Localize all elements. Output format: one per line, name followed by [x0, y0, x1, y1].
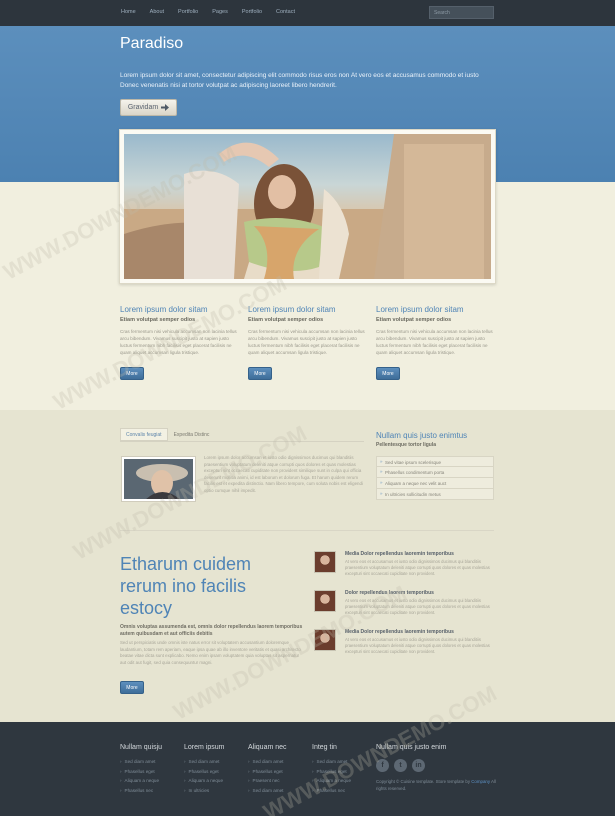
footer-link[interactable]: Praesent nec	[248, 776, 287, 786]
more-button[interactable]: More	[120, 681, 144, 694]
media-text: At vero eos et accusamus et iusto odio d…	[345, 559, 490, 576]
tab-bar: Convalis feugiat Expedita Distinc	[120, 428, 215, 441]
section-heading: Etharum cuidem rerum ino facilis estocy	[120, 554, 252, 618]
feature-text: Cras fermentum nisi vehicula accumsan no…	[376, 329, 493, 355]
footer-link[interactable]: In ultricies	[184, 786, 224, 796]
avatar	[314, 590, 336, 612]
nav-item[interactable]: Home	[121, 9, 136, 15]
copyright-link[interactable]: Company	[471, 779, 490, 784]
top-navigation-bar: Home About Portfolio Pages Portfolio Con…	[0, 0, 615, 26]
nav-item[interactable]: Pages	[212, 9, 228, 15]
footer-column-title: Aliquam nec	[248, 744, 287, 751]
copyright-text: Copyright © Cuisine template. Store temp…	[376, 779, 471, 784]
footer-link[interactable]: Phasellus nec	[120, 786, 162, 796]
sidebar-list: Sed vitae ipsum scelerisque Phasellus co…	[376, 456, 494, 500]
nav-item[interactable]: Portfolio	[178, 9, 198, 15]
hero-button-label: Gravidam	[127, 104, 159, 111]
feature-title: Lorem ipsum dolor sitam	[376, 305, 464, 314]
feature-column: Lorem ipsum dolor sitam Etiam volutpat s…	[376, 305, 494, 356]
footer-column-title: Integ tin	[312, 744, 337, 751]
feature-subtitle: Etiam volutpat semper odios	[248, 317, 324, 323]
section-subheading: Omnis voluptas assumenda est, omnis dolo…	[120, 624, 303, 637]
search-input[interactable]: Search	[429, 6, 494, 19]
tab-expedita[interactable]: Expedita Distinc	[168, 428, 216, 441]
gravidam-button[interactable]: Gravidam	[120, 99, 177, 116]
feature-column: Lorem ipsum dolor sitam Etiam volutpat s…	[248, 305, 366, 356]
footer-column-title: Lorem ipsum	[184, 744, 225, 751]
avatar	[314, 551, 336, 573]
footer-column: Lorem ipsum Sed diam amet Phasellus eget…	[184, 744, 224, 795]
tab-divider	[120, 441, 364, 442]
main-nav: Home About Portfolio Pages Portfolio Con…	[121, 9, 295, 15]
nav-item[interactable]: Portfolio	[242, 9, 262, 15]
footer-link[interactable]: Aliquam a neque	[184, 776, 224, 786]
footer-link[interactable]: Sed diam amet	[184, 757, 224, 767]
footer-link[interactable]: Phasellus eget	[184, 767, 224, 777]
sidebar-list-item[interactable]: Phasellus condimentum porta	[376, 467, 494, 478]
sidebar-title: Nullam quis justo enimtus	[376, 431, 468, 440]
footer-column: Aliquam nec Sed diam amet Phasellus eget…	[248, 744, 287, 795]
sidebar-list-item[interactable]: Sed vitae ipsum scelerisque	[376, 456, 494, 467]
footer-link[interactable]: Sed diam amet	[248, 757, 287, 767]
tab-convalis[interactable]: Convalis feugiat	[120, 428, 168, 441]
media-text: At vero eos et accusamus et iusto odio d…	[345, 637, 490, 654]
featured-photo-frame	[119, 129, 496, 284]
linkedin-icon[interactable]: in	[412, 759, 425, 772]
media-title[interactable]: Media Dolor repellendus laoremin tempori…	[345, 551, 454, 557]
sidebar-list-item[interactable]: Aliquam a neque nec velit auct	[376, 478, 494, 489]
footer-link[interactable]: Sed diam amet	[120, 757, 162, 767]
more-button[interactable]: More	[248, 367, 272, 380]
feature-subtitle: Etiam volutpat semper odios	[376, 317, 452, 323]
footer-column: Nullam quisju Sed diam amet Phasellus eg…	[120, 744, 162, 795]
media-title[interactable]: Media Dolor repellendus laoremin tempori…	[345, 629, 454, 635]
section-divider	[120, 530, 494, 531]
more-button[interactable]: More	[376, 367, 400, 380]
hero-text: Lorem ipsum dolor sit amet, consectetur …	[120, 72, 479, 89]
twitter-icon[interactable]: t	[394, 759, 407, 772]
footer-link[interactable]: Aliquam a neque	[120, 776, 162, 786]
sidebar-list-item[interactable]: In ultricies sollicitudin metus	[376, 489, 494, 500]
feature-text: Cras fermentum nisi vehicula accumsan no…	[248, 329, 365, 355]
footer-column-title: Nullam quisju	[120, 744, 163, 751]
sidebar-subtitle: Pellentesque tortor ligula	[376, 442, 437, 448]
footer-link[interactable]: Phasellus eget	[248, 767, 287, 777]
copyright: Copyright © Cuisine template. Store temp…	[376, 779, 496, 792]
arrow-right-icon	[161, 104, 170, 111]
featured-photo	[124, 134, 491, 279]
nav-item[interactable]: About	[150, 9, 164, 15]
footer-link[interactable]: Phasellus eget	[120, 767, 162, 777]
woman-portrait-image	[124, 134, 491, 279]
site-title: Paradiso	[120, 35, 184, 52]
nav-item[interactable]: Contact	[276, 9, 295, 15]
